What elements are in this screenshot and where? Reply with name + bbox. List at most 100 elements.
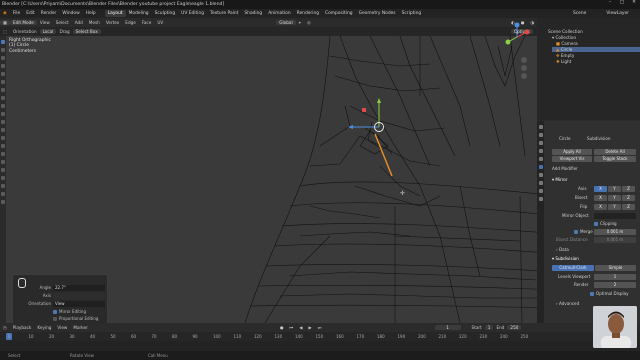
orientation-dropdown[interactable]: Local: [39, 29, 57, 34]
edge-slide-tool-icon[interactable]: [1, 176, 5, 180]
tool-icon[interactable]: ⬚: [0, 29, 10, 34]
render-tab-icon[interactable]: [538, 133, 543, 137]
view-layer-selector[interactable]: ViewLayer: [603, 11, 632, 16]
mirror-flip-y[interactable]: Y: [608, 204, 621, 210]
jump-start-icon[interactable]: ⏮: [287, 325, 297, 330]
rotate-gizmo[interactable]: [348, 98, 384, 132]
maximize-icon[interactable]: □: [616, 0, 628, 9]
bevel-tool-icon[interactable]: [1, 128, 5, 132]
keying-menu[interactable]: Keying: [34, 325, 54, 330]
apply-all-button[interactable]: Apply All: [552, 149, 592, 155]
add-modifier-button[interactable]: Add Modifier: [552, 166, 578, 171]
menu-file[interactable]: File: [10, 11, 23, 16]
playback-menu[interactable]: Playback: [10, 325, 35, 330]
tab-sculpting[interactable]: Sculpting: [152, 10, 179, 17]
mirror-axis-x[interactable]: X: [594, 186, 607, 192]
outliner-item-circle[interactable]: ▲ Circle: [552, 47, 640, 52]
outliner-item-camera[interactable]: ■ Camera: [556, 41, 578, 46]
zoom-icon[interactable]: [521, 57, 527, 63]
axis-field[interactable]: [53, 293, 105, 299]
spin-tool-icon[interactable]: [1, 160, 5, 164]
clipping-option[interactable]: Clipping: [594, 221, 617, 226]
add-cube-tool-icon[interactable]: [1, 104, 5, 108]
shear-tool-icon[interactable]: [1, 192, 5, 196]
advanced-subpanel[interactable]: › Advanced: [556, 301, 579, 306]
mirror-editing-checkbox[interactable]: [53, 310, 57, 314]
header-menu-add[interactable]: Add: [72, 20, 86, 25]
viewport-vis-button[interactable]: Viewport Vis: [552, 156, 592, 162]
navigation-gizmo[interactable]: [500, 22, 534, 80]
render-levels-field[interactable]: 2: [594, 282, 636, 288]
catmull-clark-button[interactable]: Catmull-Clark: [552, 265, 594, 271]
smooth-tool-icon[interactable]: [1, 168, 5, 172]
mirror-bisect-y[interactable]: Y: [608, 195, 621, 201]
jump-end-icon[interactable]: ⏭: [315, 325, 325, 330]
output-tab-icon[interactable]: [538, 141, 543, 145]
timeline-editor-icon[interactable]: ◷: [0, 325, 10, 330]
play-reverse-icon[interactable]: ◀: [296, 325, 305, 330]
timeline-view-menu[interactable]: View: [54, 325, 70, 330]
scale-tool-icon[interactable]: [1, 72, 5, 76]
scene-tab-icon[interactable]: [538, 149, 543, 153]
tab-rendering[interactable]: Rendering: [294, 10, 322, 17]
toggle-stack-button[interactable]: Toggle Stack: [594, 156, 636, 162]
minimize-icon[interactable]: –: [604, 0, 616, 9]
header-menu-view[interactable]: View: [37, 20, 53, 25]
header-menu-uv[interactable]: UV: [154, 20, 166, 25]
header-menu-edge[interactable]: Edge: [122, 20, 139, 25]
mirror-flip-z[interactable]: Z: [622, 204, 635, 210]
outliner-item-light[interactable]: ✺ Light: [556, 59, 571, 64]
tab-geometry-nodes[interactable]: Geometry Nodes: [356, 10, 399, 17]
tab-texture-paint[interactable]: Texture Paint: [207, 10, 241, 17]
tab-layout[interactable]: Layout: [104, 10, 126, 17]
header-menu-mesh[interactable]: Mesh: [86, 20, 103, 25]
tab-shading[interactable]: Shading: [241, 10, 265, 17]
material-tab-icon[interactable]: [538, 197, 543, 201]
delete-all-button[interactable]: Delete All: [594, 149, 636, 155]
particles-tab-icon[interactable]: [538, 173, 543, 177]
timeline-ruler[interactable]: 0 10 20 30 40 50 60 70 80 90 100 110 120 130 140 150 160…: [0, 332, 640, 341]
record-icon[interactable]: ●: [277, 325, 287, 330]
outliner-item-collection[interactable]: ▾ Collection: [552, 35, 576, 40]
start-frame-field[interactable]: 1: [484, 325, 494, 330]
extrude-tool-icon[interactable]: [1, 112, 5, 116]
mirror-axis-y[interactable]: Y: [608, 186, 621, 192]
merge-distance-field[interactable]: 0.001 m: [594, 229, 636, 235]
drag-dropdown[interactable]: Select Box: [72, 29, 101, 34]
tab-uv-editing[interactable]: UV Editing: [178, 10, 207, 17]
simple-button[interactable]: Simple: [595, 265, 636, 271]
knife-tool-icon[interactable]: [1, 144, 5, 148]
tab-animation[interactable]: Animation: [265, 10, 293, 17]
outliner-item-empty[interactable]: ✥ Empty: [556, 53, 574, 58]
proportional-icon[interactable]: ◎: [304, 20, 314, 25]
data-tab-icon[interactable]: [538, 189, 543, 193]
menu-help[interactable]: Help: [83, 11, 99, 16]
poly-build-tool-icon[interactable]: [1, 152, 5, 156]
modifier-tab-icon[interactable]: [538, 165, 543, 169]
mirror-object-field[interactable]: [594, 213, 636, 219]
tab-compositing[interactable]: Compositing: [322, 10, 356, 17]
object-tab-icon[interactable]: [538, 157, 543, 161]
blender-logo-icon[interactable]: ◉: [0, 11, 10, 16]
transform-tool-icon[interactable]: [1, 80, 5, 84]
header-menu-vertex[interactable]: Vertex: [103, 20, 122, 25]
cursor-tool-icon[interactable]: [1, 48, 5, 52]
angle-field[interactable]: 22.7°: [53, 285, 105, 291]
move-tool-icon[interactable]: [1, 56, 5, 60]
tab-scripting[interactable]: Scripting: [399, 10, 425, 17]
orientation-op-field[interactable]: View: [53, 301, 105, 307]
loop-cut-tool-icon[interactable]: [1, 136, 5, 140]
outliner-scene-collection[interactable]: Scene Collection: [548, 29, 583, 34]
merge-checkbox[interactable]: [574, 230, 578, 234]
menu-render[interactable]: Render: [38, 11, 60, 16]
header-menu-select[interactable]: Select: [53, 20, 72, 25]
mode-selector[interactable]: Edit Mode: [9, 20, 37, 25]
camera-view-icon[interactable]: [521, 73, 527, 79]
mirror-bisect-z[interactable]: Z: [622, 195, 635, 201]
measure-tool-icon[interactable]: [1, 96, 5, 100]
clipping-checkbox[interactable]: [594, 222, 598, 226]
mirror-bisect-x[interactable]: X: [594, 195, 607, 201]
annotate-tool-icon[interactable]: [1, 88, 5, 92]
mirror-data-subpanel[interactable]: › Data: [556, 247, 569, 252]
rotate-tool-icon[interactable]: [1, 64, 5, 68]
